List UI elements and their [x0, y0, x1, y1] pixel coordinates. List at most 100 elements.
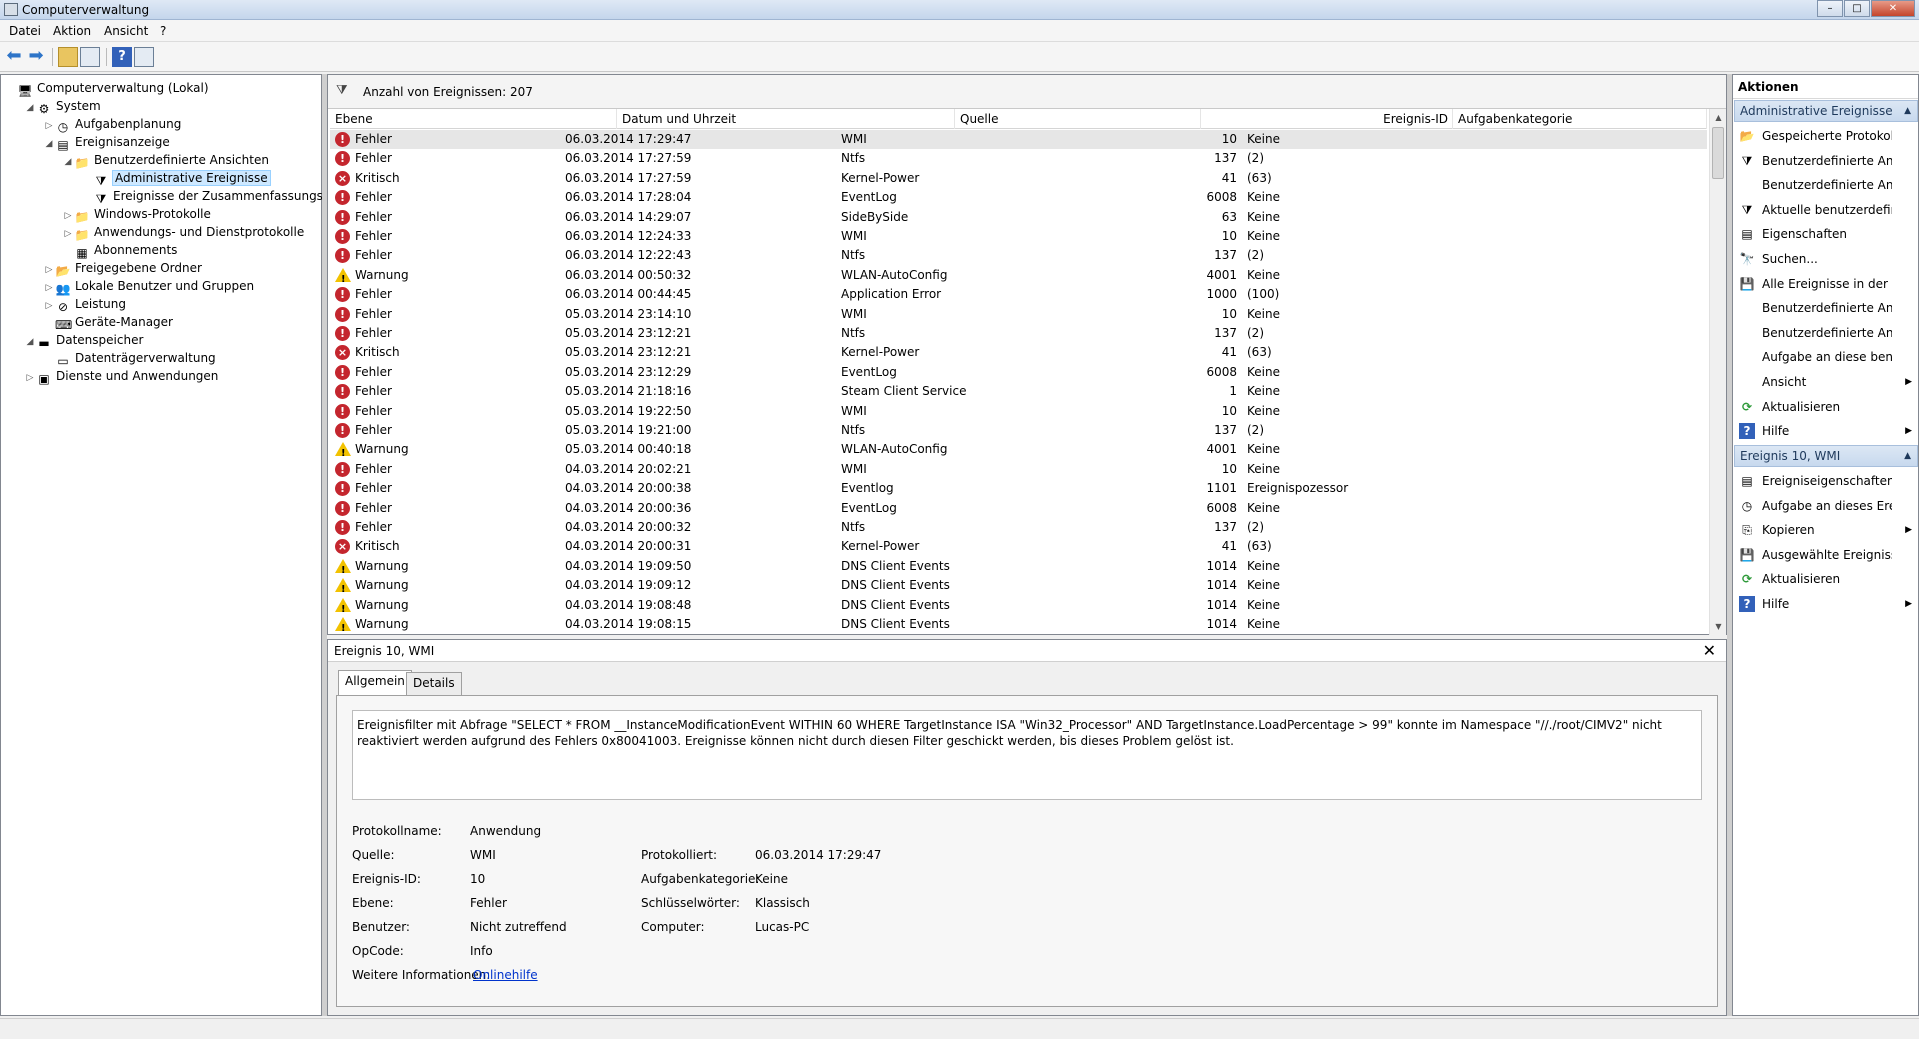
- table-row[interactable]: ! Fehler 05.03.2014 23:12:21 Ntfs 137 (2): [330, 324, 1707, 343]
- action-item[interactable]: ⎘ Kopieren ▶: [1733, 518, 1918, 542]
- scroll-thumb[interactable]: [1712, 127, 1724, 179]
- collapse-icon[interactable]: ▲: [1904, 446, 1911, 466]
- table-row[interactable]: ! Warnung 04.03.2014 19:09:50 DNS Client Ev…: [330, 557, 1707, 576]
- tab-allgemein[interactable]: Allgemein: [338, 670, 412, 695]
- table-row[interactable]: ! Fehler 06.03.2014 12:22:43 Ntfs 137 (2): [330, 246, 1707, 265]
- table-row[interactable]: !Warnung04.03.2014 19:07:35DNS Client Ev…: [330, 634, 1707, 635]
- tree-item[interactable]: 🖥 Computerverwaltung (Lokal): [5, 79, 208, 98]
- menu-aktion[interactable]: Aktion: [53, 24, 91, 38]
- table-row[interactable]: ! Fehler 06.03.2014 12:24:33 WMI 10 Keine: [330, 227, 1707, 246]
- action-item[interactable]: ◷ Aufgabe an dieses Erei...: [1733, 494, 1918, 518]
- action-item[interactable]: ? Hilfe ▶: [1733, 592, 1918, 616]
- action-item[interactable]: 📂 Gespeicherte Protokoll...: [1733, 124, 1918, 148]
- table-row[interactable]: ! Fehler 05.03.2014 23:14:10 WMI 10 Keine: [330, 305, 1707, 324]
- action-item[interactable]: ⧩ Aktuelle benutzerdefini...: [1733, 198, 1918, 222]
- events-scrollbar[interactable]: ▲ ▼: [1709, 109, 1726, 635]
- tree-item[interactable]: ◢ ▬ Datenspeicher: [24, 331, 144, 351]
- tree-item[interactable]: ▭ Datenträgerverwaltung: [43, 349, 215, 368]
- tree-item[interactable]: ⧩ Ereignisse der Zusammenfassungsseite: [81, 187, 352, 206]
- collapse-icon[interactable]: ▲: [1904, 101, 1911, 121]
- table-row[interactable]: ! Warnung 05.03.2014 00:40:18 WLAN-AutoConf…: [330, 440, 1707, 459]
- action-item[interactable]: Benutzerdefinierte Ansi...: [1733, 173, 1918, 197]
- table-row[interactable]: ! Fehler 04.03.2014 20:00:38 Eventlog 1101 Er…: [330, 479, 1707, 498]
- scroll-down-icon[interactable]: ▼: [1710, 618, 1727, 635]
- help-icon[interactable]: ?: [112, 47, 132, 67]
- tree-item[interactable]: ◢ 📁 Benutzerdefinierte Ansichten: [62, 151, 269, 171]
- event-message[interactable]: Ereignisfilter mit Abfrage "SELECT * FRO…: [352, 710, 1702, 800]
- column-header-quelle[interactable]: Quelle: [955, 109, 1201, 129]
- table-row[interactable]: ! Warnung 06.03.2014 00:50:32 WLAN-AutoConf…: [330, 266, 1707, 285]
- table-row[interactable]: ! Fehler 05.03.2014 23:12:29 EventLog 6008 Ke…: [330, 363, 1707, 382]
- table-row[interactable]: ! Fehler 04.03.2014 20:00:36 EventLog 6008 Ke…: [330, 499, 1707, 518]
- action-item[interactable]: ▤ Ereigniseigenschaften: [1733, 469, 1918, 493]
- scroll-up-icon[interactable]: ▲: [1710, 109, 1727, 126]
- tab-details[interactable]: Details: [406, 672, 462, 695]
- expander-icon[interactable]: ◢: [24, 99, 36, 117]
- onlinehilfe-link[interactable]: Onlinehilfe: [473, 968, 538, 982]
- action-item[interactable]: ⧩ Benutzerdefinierte Ansi...: [1733, 149, 1918, 173]
- action-item[interactable]: 🔭 Suchen...: [1733, 247, 1918, 271]
- tree-item[interactable]: ▷ 📁 Anwendungs- und Dienstprotokolle: [62, 223, 305, 242]
- tree-item[interactable]: ▷ ▣ Dienste und Anwendungen: [24, 367, 219, 387]
- action-item[interactable]: ⟳ Aktualisieren: [1733, 395, 1918, 419]
- back-arrow-icon[interactable]: ⬅: [4, 47, 24, 67]
- menu-ansicht[interactable]: Ansicht: [104, 24, 148, 38]
- close-button[interactable]: ✕: [1871, 0, 1915, 17]
- action-group-header[interactable]: Administrative Ereignisse ▲: [1734, 100, 1918, 122]
- maximize-button[interactable]: □: [1844, 0, 1870, 17]
- tree-item[interactable]: ▷ 📁 Windows-Protokolle: [62, 205, 211, 224]
- table-row[interactable]: × Kritisch 05.03.2014 23:12:21 Kernel-Power…: [330, 343, 1707, 362]
- tree-item[interactable]: ⌨ Geräte-Manager: [43, 313, 173, 332]
- tree-item[interactable]: ◢ ▤ Ereignisanzeige: [43, 133, 170, 153]
- forward-arrow-icon[interactable]: ➡: [26, 47, 46, 67]
- tree-item[interactable]: ▷ ⊘ Leistung: [43, 295, 126, 314]
- table-row[interactable]: ! Fehler 06.03.2014 17:27:59 Ntfs 137 (2): [330, 149, 1707, 168]
- show-hide-tree-icon[interactable]: [80, 47, 100, 67]
- up-folder-icon[interactable]: [58, 47, 78, 67]
- table-row[interactable]: ! Fehler 06.03.2014 00:44:45 Application Er…: [330, 285, 1707, 304]
- table-row[interactable]: ! Warnung 04.03.2014 19:08:48 DNS Client Ev…: [330, 596, 1707, 615]
- table-row[interactable]: ! Fehler 06.03.2014 17:28:04 EventLog 6008 Ke…: [330, 188, 1707, 207]
- action-item[interactable]: 💾 Alle Ereignisse in der b...: [1733, 272, 1918, 296]
- cell-aufgabenkategorie: Keine: [1247, 267, 1280, 282]
- show-hide-action-pane-icon[interactable]: [134, 47, 154, 67]
- tree-item[interactable]: ▷ 👥 Lokale Benutzer und Gruppen: [43, 277, 255, 296]
- table-row[interactable]: ! Fehler 06.03.2014 14:29:07 SideBySide 63 Ke…: [330, 208, 1707, 227]
- table-row[interactable]: ! Fehler 04.03.2014 20:02:21 WMI 10 Keine: [330, 460, 1707, 479]
- table-row[interactable]: ! Warnung 04.03.2014 19:08:15 DNS Client Ev…: [330, 615, 1707, 634]
- menu-datei[interactable]: Datei: [9, 24, 41, 38]
- table-row[interactable]: ! Fehler 06.03.2014 17:29:47 WMI 10 Keine: [330, 130, 1707, 149]
- action-item[interactable]: Benutzerdefinierte Ansi...: [1733, 321, 1918, 345]
- column-header-datum[interactable]: Datum und Uhrzeit: [617, 109, 955, 129]
- action-item[interactable]: ? Hilfe ▶: [1733, 419, 1918, 443]
- table-row[interactable]: ! Fehler 04.03.2014 20:00:32 Ntfs 137 (2): [330, 518, 1707, 537]
- tree-item[interactable]: ⧩ Administrative Ereignisse: [81, 169, 271, 188]
- action-item[interactable]: Aufgabe an diese benu...: [1733, 345, 1918, 369]
- column-header-aufgabenkategorie[interactable]: Aufgabenkategorie: [1453, 109, 1707, 129]
- close-icon[interactable]: ✕: [1703, 641, 1716, 660]
- menu-help[interactable]: ?: [160, 24, 166, 38]
- action-item[interactable]: Benutzerdefinierte Ansi...: [1733, 296, 1918, 320]
- expander-icon[interactable]: ◢: [24, 333, 36, 351]
- table-row[interactable]: ! Fehler 05.03.2014 19:21:00 Ntfs 137 (2): [330, 421, 1707, 440]
- tree-item[interactable]: ▷ 📂 Freigegebene Ordner: [43, 259, 202, 278]
- tree-item[interactable]: ◢ ⚙ System: [24, 97, 101, 117]
- minimize-button[interactable]: –: [1817, 0, 1843, 17]
- action-item[interactable]: ▤ Eigenschaften: [1733, 222, 1918, 246]
- table-row[interactable]: ! Warnung 04.03.2014 19:09:12 DNS Client Ev…: [330, 576, 1707, 595]
- table-row[interactable]: ! Fehler 05.03.2014 19:22:50 WMI 10 Keine: [330, 402, 1707, 421]
- column-header-ebene[interactable]: Ebene: [330, 109, 617, 129]
- tree-item[interactable]: ▦ Abonnements: [62, 241, 177, 260]
- table-row[interactable]: × Kritisch 06.03.2014 17:27:59 Kernel-Power…: [330, 169, 1707, 188]
- action-item[interactable]: ⟳ Aktualisieren: [1733, 567, 1918, 591]
- action-item[interactable]: 💾 Ausgewählte Ereignisse...: [1733, 543, 1918, 567]
- action-group-header[interactable]: Ereignis 10, WMI ▲: [1734, 445, 1918, 467]
- table-row[interactable]: ! Fehler 05.03.2014 21:18:16 Steam Client S…: [330, 382, 1707, 401]
- expander-icon[interactable]: ◢: [43, 135, 55, 153]
- column-header-ereignis-id[interactable]: Ereignis-ID: [1201, 109, 1453, 129]
- action-item[interactable]: Ansicht ▶: [1733, 370, 1918, 394]
- table-row[interactable]: × Kritisch 04.03.2014 20:00:31 Kernel-Power…: [330, 537, 1707, 556]
- expander-icon[interactable]: ◢: [62, 153, 74, 171]
- expander-icon[interactable]: ▷: [24, 369, 36, 387]
- tree-item[interactable]: ▷ ◷ Aufgabenplanung: [43, 115, 182, 134]
